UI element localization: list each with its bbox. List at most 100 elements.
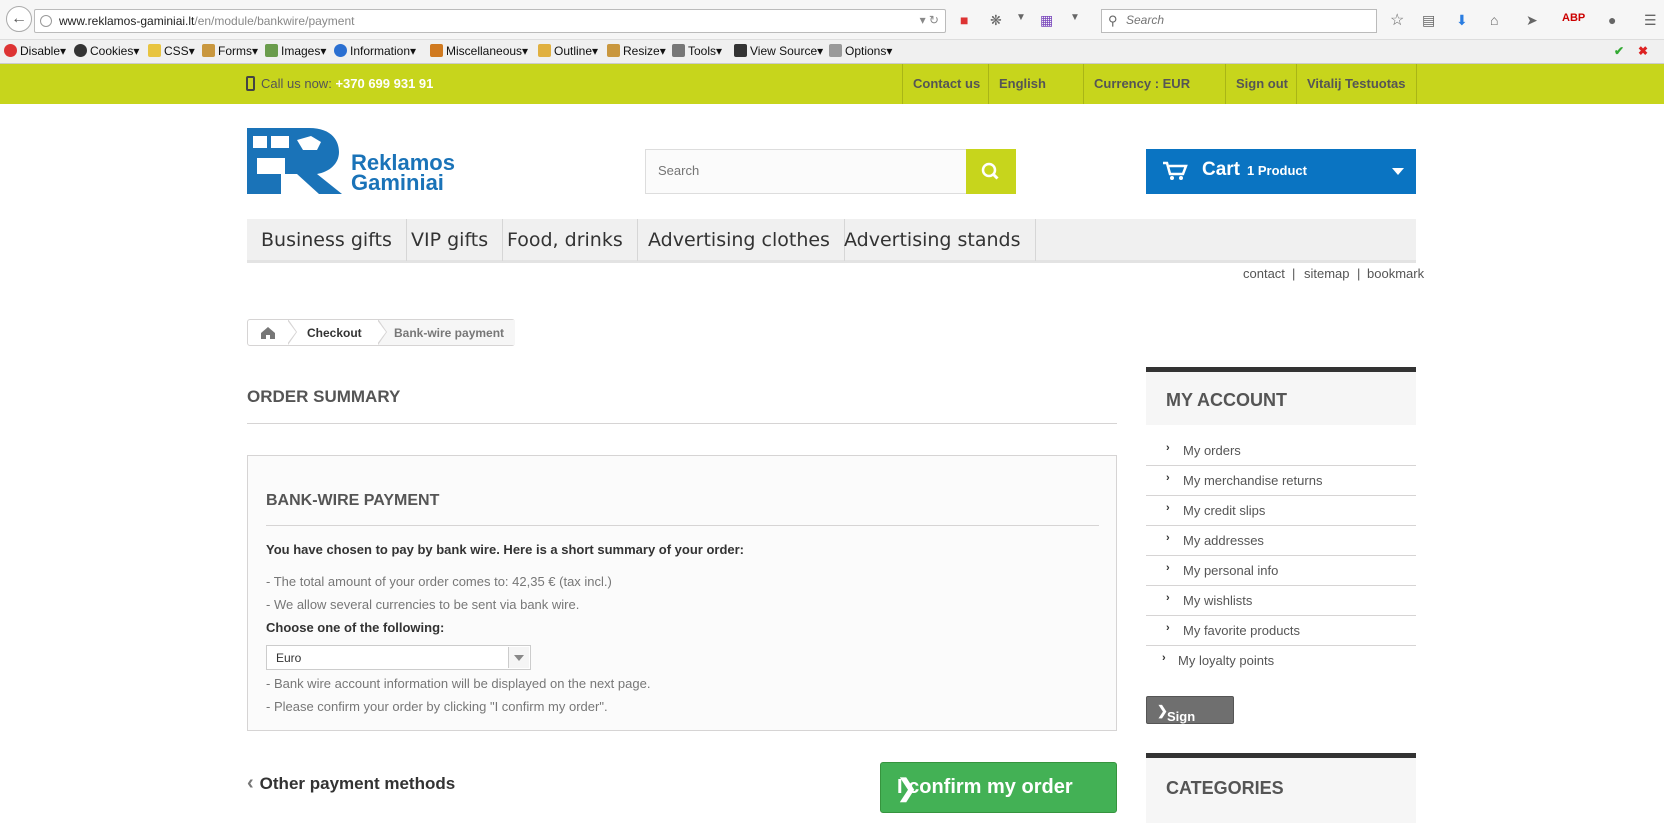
forms-icon (202, 44, 215, 57)
cart-block[interactable]: Cart 1 Product (1146, 149, 1416, 194)
bug-icon[interactable]: ❋ (990, 12, 1002, 29)
breadcrumb-checkout[interactable]: Checkout (307, 326, 362, 340)
check-icon[interactable]: ✔ (1614, 44, 1624, 58)
call-us: Call us now: +370 699 931 91 (246, 76, 433, 91)
dev-images[interactable]: Images▾ (265, 44, 326, 58)
dropdown-icon[interactable]: ▼ (1070, 12, 1080, 23)
util-separator: | (1357, 266, 1361, 281)
breadcrumb-separator (377, 319, 387, 345)
dev-css[interactable]: CSS▾ (148, 44, 195, 58)
chat-icon[interactable]: ● (1608, 12, 1616, 28)
dev-forms[interactable]: Forms▾ (202, 44, 258, 58)
chevron-right-icon: › (1166, 622, 1170, 634)
account-item-my-orders[interactable]: › My orders (1146, 436, 1416, 466)
browser-search-input[interactable] (1126, 13, 1366, 27)
confirm-instruction-line: - Please confirm your order by clicking … (266, 699, 608, 714)
user-account-link[interactable]: Vitalij Testuotas (1296, 64, 1417, 104)
reload-icon[interactable]: ▾ ↻ (920, 13, 939, 27)
send-icon[interactable]: ➤ (1526, 12, 1538, 29)
dev-cookies[interactable]: Cookies▾ (74, 44, 139, 58)
cart-label: Cart (1202, 159, 1241, 180)
page-title: ORDER SUMMARY (247, 387, 401, 406)
resize-icon (607, 44, 620, 57)
disable-icon (4, 44, 17, 57)
order-total-line: - The total amount of your order comes t… (266, 574, 612, 589)
currency-select[interactable]: Euro (266, 645, 531, 670)
account-item-favorite-products[interactable]: › My favorite products (1146, 616, 1416, 646)
chevron-right-icon: › (1166, 562, 1170, 574)
menu-item-vip-gifts[interactable]: VIP gifts (397, 219, 504, 261)
account-item-credit-slips[interactable]: › My credit slips (1146, 496, 1416, 526)
chevron-down-icon (1392, 168, 1404, 175)
account-item-merchandise-returns[interactable]: › My merchandise returns (1146, 466, 1416, 496)
miscellaneous-icon (430, 44, 443, 57)
star-icon[interactable]: ☆ (1390, 10, 1404, 30)
account-item-personal-info[interactable]: › My personal info (1146, 556, 1416, 586)
dev-information[interactable]: Information▾ (334, 44, 416, 58)
dev-view-source[interactable]: View Source▾ (734, 44, 823, 58)
my-account-title: MY ACCOUNT (1166, 390, 1287, 410)
util-sitemap-link[interactable]: sitemap (1304, 266, 1350, 281)
browser-search[interactable]: ⚲ (1101, 9, 1377, 33)
sidebar-signout-button[interactable]: Sign out ❯ (1146, 696, 1234, 739)
options-icon (829, 44, 842, 57)
account-item-loyalty-points[interactable]: › My loyalty points (1146, 646, 1416, 676)
categories-block: CATEGORIES (1146, 753, 1416, 823)
site-logo[interactable]: Reklamos Gaminiai (247, 128, 492, 194)
chevron-right-icon: › (1166, 442, 1170, 454)
globe-icon (40, 15, 52, 27)
dev-options[interactable]: Options▾ (829, 44, 892, 58)
error-icon[interactable]: ✖ (1638, 44, 1648, 58)
dev-disable[interactable]: Disable▾ (4, 44, 66, 58)
menu-icon[interactable]: ☰ (1644, 12, 1657, 29)
other-payment-methods-link[interactable]: ‹ Other payment methods (247, 772, 455, 795)
download-icon[interactable]: ⬇ (1456, 12, 1468, 29)
confirm-order-button[interactable]: I confirm my order ❯ (880, 762, 1117, 813)
site-topbar: Call us now: +370 699 931 91 Contact us … (0, 64, 1664, 127)
site-search-button[interactable] (966, 149, 1016, 194)
chevron-right-icon: › (1166, 532, 1170, 544)
information-icon (334, 44, 347, 57)
addon-icon[interactable]: ■ (960, 12, 968, 28)
contact-us-link[interactable]: Contact us (902, 64, 990, 104)
grid-icon[interactable]: ▦ (1040, 12, 1053, 29)
chevron-right-icon: › (1166, 472, 1170, 484)
bankwire-box: BANK-WIRE PAYMENT You have chosen to pay… (247, 455, 1117, 731)
address-field[interactable]: www.reklamos-gaminiai.lt/en/module/bankw… (34, 9, 946, 33)
search-icon (981, 162, 999, 180)
account-info-line: - Bank wire account information will be … (266, 676, 651, 691)
menu-item-advertising-stands[interactable]: Advertising stands (830, 219, 1036, 261)
cookies-icon (74, 44, 87, 57)
site-search[interactable] (645, 149, 1015, 194)
dev-resize[interactable]: Resize▾ (607, 44, 666, 58)
home-icon (261, 327, 275, 339)
breadcrumb-home[interactable] (248, 320, 288, 345)
account-item-addresses[interactable]: › My addresses (1146, 526, 1416, 556)
dev-miscellaneous[interactable]: Miscellaneous▾ (430, 44, 528, 58)
cart-icon (1163, 161, 1188, 180)
menu-item-advertising-clothes[interactable]: Advertising clothes (634, 219, 845, 261)
site-search-input[interactable] (658, 163, 958, 178)
dev-outline[interactable]: Outline▾ (538, 44, 598, 58)
menu-item-food-drinks[interactable]: Food, drinks (493, 219, 638, 261)
breadcrumb: Checkout Bank-wire payment (247, 319, 515, 346)
home-icon[interactable]: ⌂ (1490, 12, 1498, 28)
dropdown-icon[interactable]: ▼ (1016, 12, 1026, 23)
chevron-down-icon (508, 647, 529, 668)
util-bookmark-link[interactable]: bookmark (1367, 266, 1424, 281)
signout-link[interactable]: Sign out (1225, 64, 1298, 104)
back-icon[interactable]: ← (6, 6, 32, 32)
util-contact-link[interactable]: contact (1243, 266, 1285, 281)
dev-tools[interactable]: Tools▾ (672, 44, 722, 58)
adblock-icon[interactable]: ABP (1562, 12, 1585, 24)
reading-list-icon[interactable]: ▤ (1422, 12, 1435, 29)
chevron-down-icon (1015, 120, 1027, 127)
account-item-wishlists[interactable]: › My wishlists (1146, 586, 1416, 616)
categories-title: CATEGORIES (1166, 778, 1284, 798)
menu-item-business-gifts[interactable]: Business gifts (247, 219, 407, 261)
main-menu: Business gifts VIP gifts Food, drinks Ad… (247, 219, 1416, 263)
currency-selector[interactable]: Currency : EUR (1083, 64, 1225, 127)
chevron-right-icon: › (1162, 652, 1166, 664)
divider (247, 423, 1117, 424)
language-selector[interactable]: English (988, 64, 1083, 127)
